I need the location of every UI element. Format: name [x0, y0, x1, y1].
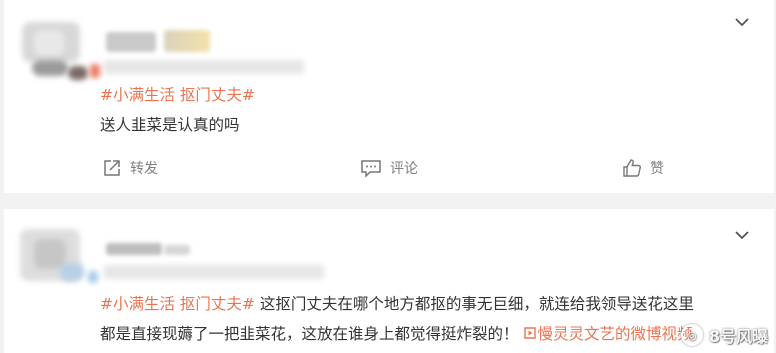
verified-badge	[164, 30, 210, 52]
hashtag-link[interactable]: #小满生活 抠门丈夫#	[100, 295, 255, 313]
meta-badge	[90, 64, 100, 78]
comment-button[interactable]: 评论	[360, 158, 418, 178]
username[interactable]	[106, 243, 162, 255]
watermark: ◎ 8号风曝	[680, 323, 768, 347]
like-button[interactable]: 赞	[622, 158, 664, 178]
post-hashtag-line: #小满生活 抠门丈夫#	[100, 84, 255, 106]
repost-button[interactable]: 转发	[102, 158, 158, 178]
avatar[interactable]	[20, 229, 90, 289]
post-meta	[104, 265, 324, 279]
post-text-part: 都是直接现薅了一把韭菜花，这放在谁身上都觉得挺炸裂的！	[100, 325, 519, 343]
weibo-post-card: #小满生活 抠门丈夫# 这抠门丈夫在哪个地方都抠的事无巨细，就连给我领导送花这里…	[4, 209, 774, 353]
username-extra	[164, 245, 190, 255]
post-meta	[104, 60, 304, 74]
post-text: 送人韭菜是认真的吗	[100, 116, 240, 134]
watermark-logo-icon: ◎	[680, 324, 703, 346]
video-link-label: 慢灵灵文艺的微博视频	[537, 325, 693, 343]
share-icon	[104, 160, 120, 176]
hashtag-link[interactable]: #小满生活 抠门丈夫#	[100, 86, 255, 104]
meta-badge	[88, 271, 98, 283]
video-link-icon	[524, 327, 537, 339]
watermark-text: 8号风曝	[708, 327, 768, 346]
comment-label: 评论	[390, 161, 418, 177]
avatar[interactable]	[22, 22, 92, 82]
chevron-down-icon[interactable]	[734, 14, 750, 30]
video-link[interactable]: 慢灵灵文艺的微博视频	[523, 325, 692, 343]
chevron-down-icon[interactable]	[734, 227, 750, 243]
post-text-line-2: 都是直接现薅了一把韭菜花，这放在谁身上都觉得挺炸裂的！ 慢灵灵文艺的微博视频	[100, 323, 692, 345]
post-text-part: 这抠门丈夫在哪个地方都抠的事无巨细，就连给我领导送花这里	[254, 295, 694, 313]
repost-label: 转发	[130, 161, 158, 177]
comment-icon	[361, 160, 381, 178]
thumbs-up-icon	[623, 159, 641, 177]
post-action-bar: 转发 评论 赞	[4, 154, 774, 184]
username[interactable]	[106, 32, 156, 52]
like-label: 赞	[650, 161, 664, 177]
post-text-line-1: #小满生活 抠门丈夫# 这抠门丈夫在哪个地方都抠的事无巨细，就连给我领导送花这里	[100, 293, 694, 315]
weibo-post-card: #小满生活 抠门丈夫# 送人韭菜是认真的吗 转发 评论 赞	[4, 0, 774, 193]
